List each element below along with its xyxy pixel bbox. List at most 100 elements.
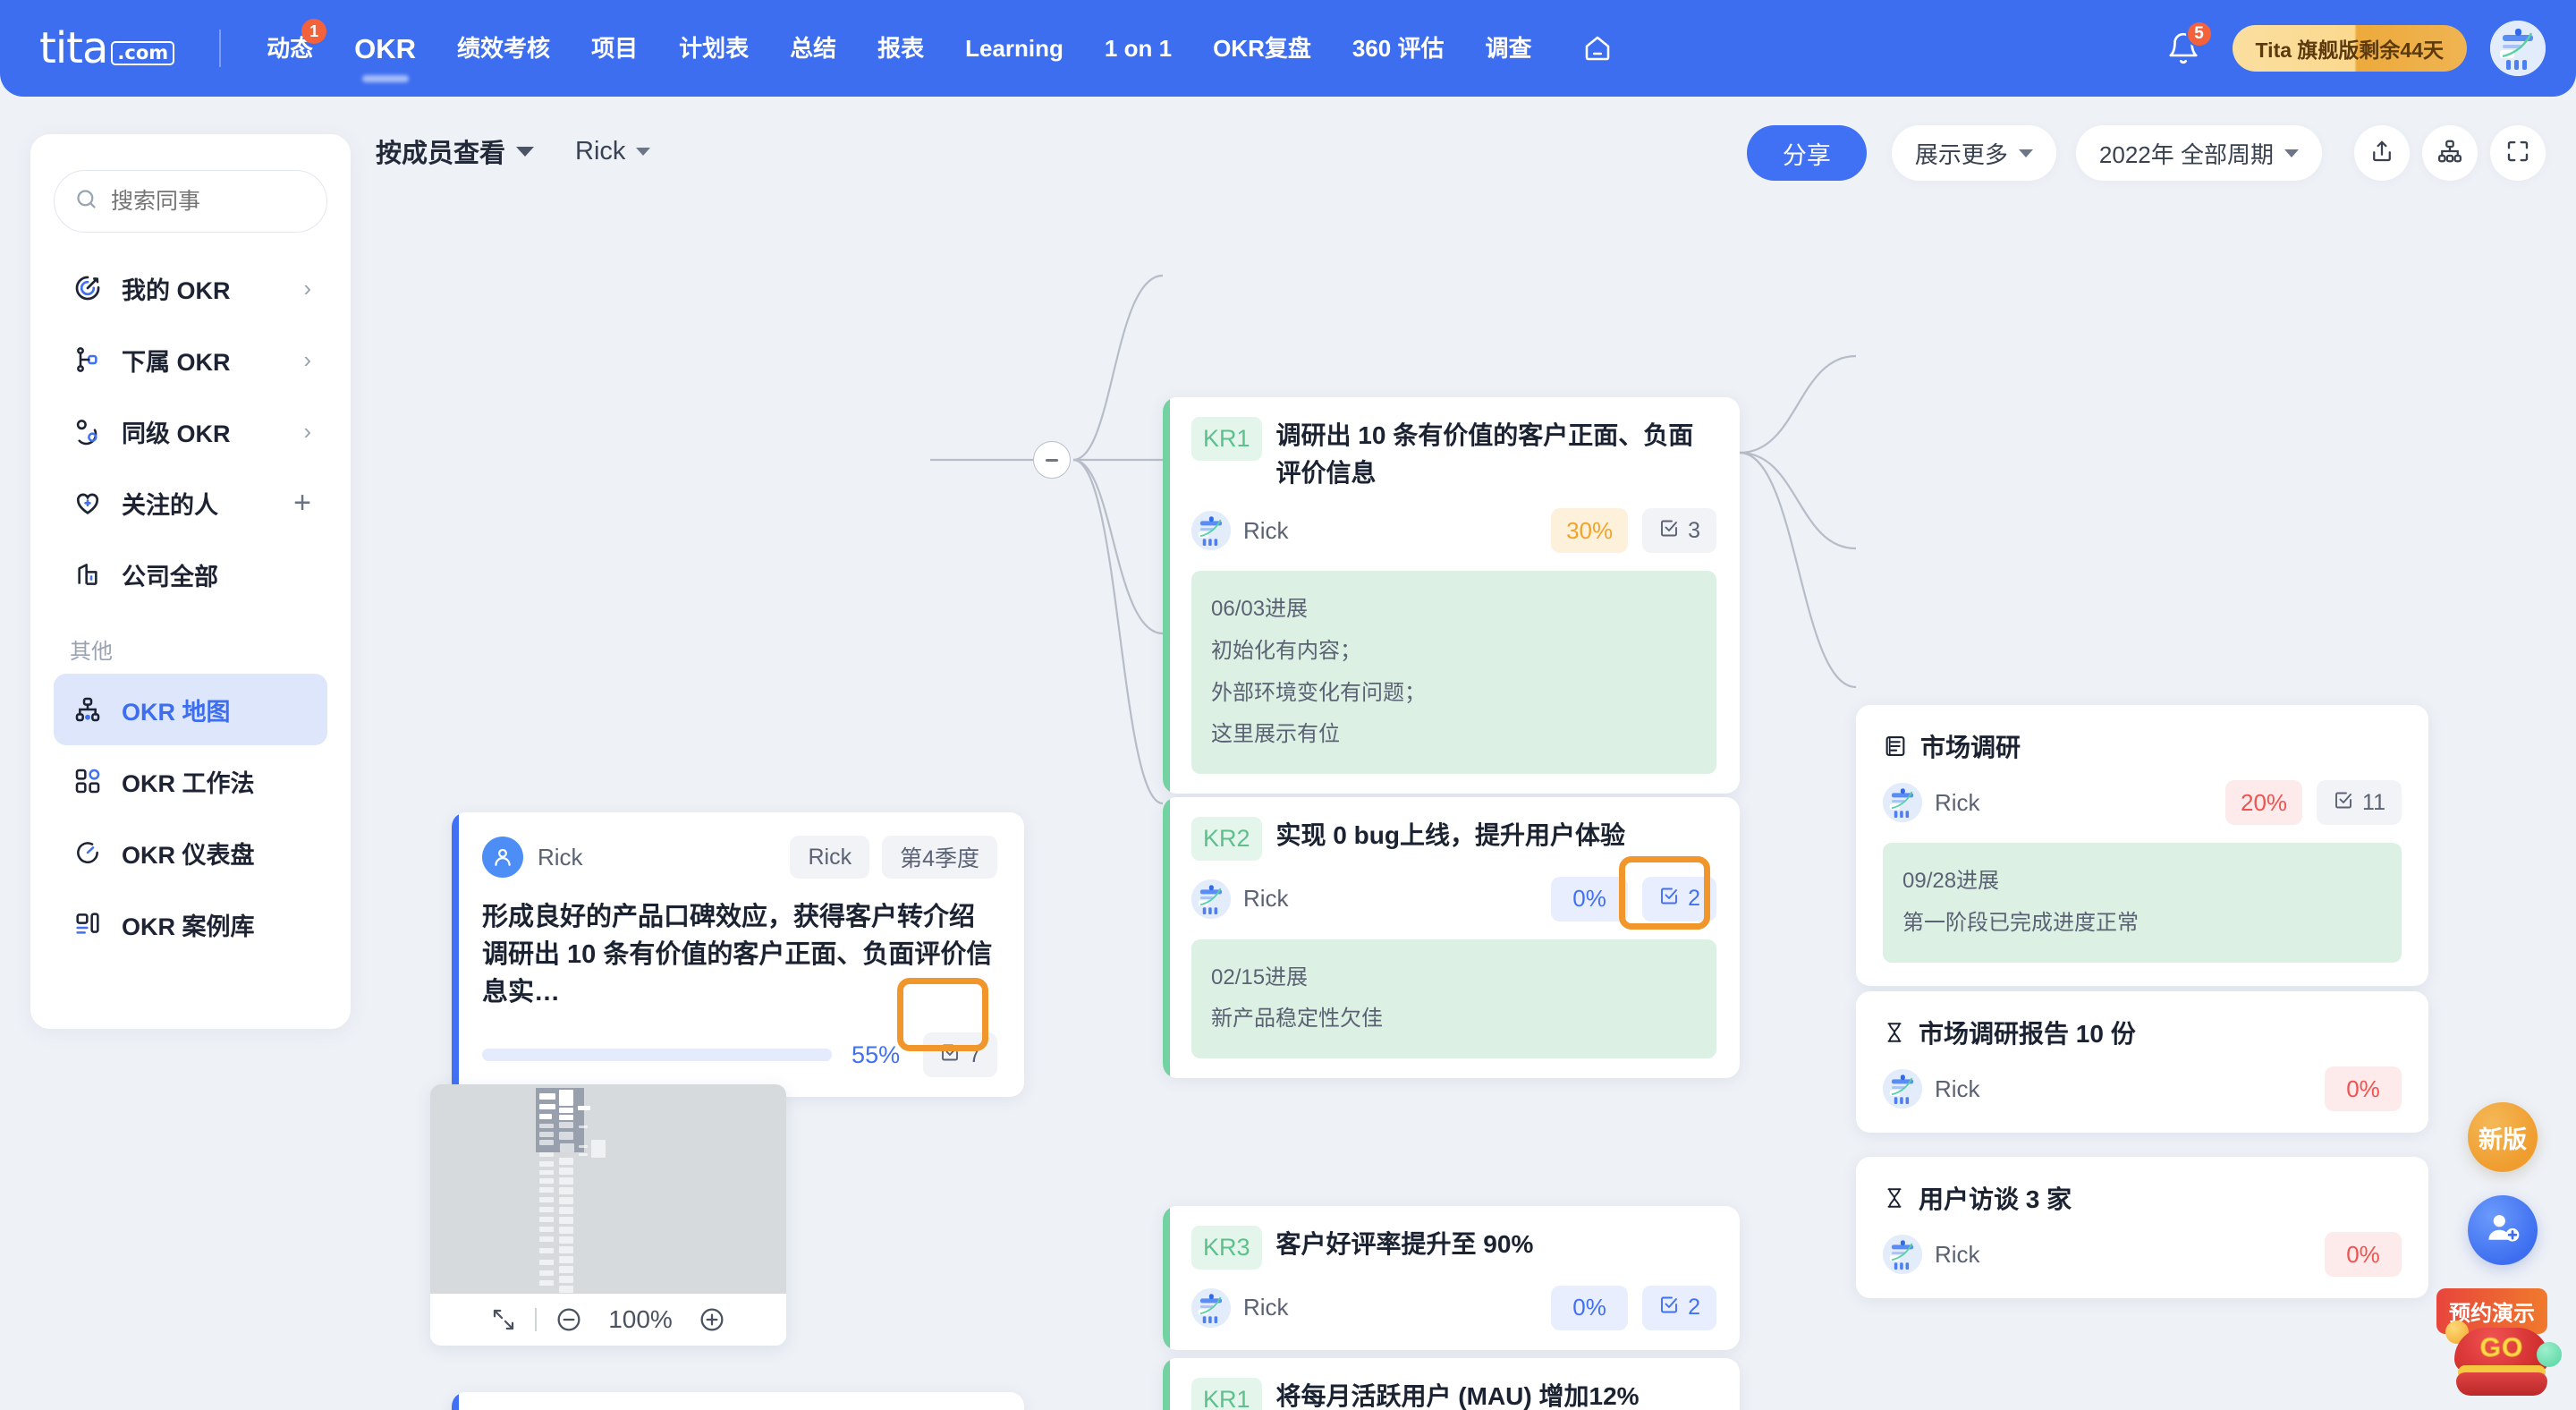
objective-card[interactable]: Rick Rick 第4季度 形成良好的产品口碑效应，获得客户转介绍调研出 10… — [452, 812, 1024, 1097]
nav-item-report[interactable]: 报表 — [857, 37, 945, 60]
chevron-right-icon[interactable]: › — [303, 276, 311, 300]
kr-task-chip[interactable]: 3 — [1642, 508, 1716, 553]
collapse-toggle-node[interactable] — [1033, 441, 1071, 479]
nav-item-performance[interactable]: 绩效考核 — [436, 37, 571, 60]
nav-item-label: 调查 — [1485, 35, 1531, 62]
project-1-title-row: 市场调研 — [1883, 728, 2402, 764]
okr-map-canvas[interactable]: Rick Rick 第4季度 形成良好的产品口碑效应，获得客户转介绍调研出 10… — [0, 97, 2576, 1410]
minimap-node — [539, 1236, 554, 1242]
fullscreen-button[interactable] — [2490, 125, 2546, 181]
org-tree-icon — [70, 342, 106, 378]
minimap-canvas[interactable] — [430, 1084, 786, 1294]
chevron-right-icon[interactable]: › — [303, 420, 311, 443]
nav-item-learning[interactable]: Learning — [945, 37, 1084, 60]
kr-task-chip[interactable]: 2 — [1642, 1286, 1716, 1330]
minimap-panel[interactable]: 100% — [430, 1084, 786, 1346]
objective-task-chip[interactable]: 7 — [923, 1032, 997, 1077]
sidebar-other-list: OKR 地图 OKR 工作法 OKR 仪表盘 — [54, 674, 327, 960]
objective-header: Rick Rick 第4季度 — [482, 836, 997, 879]
sidebar-item-okr-case-library[interactable]: OKR 案例库 — [54, 888, 327, 960]
minus-circle-icon[interactable] — [555, 1305, 583, 1334]
period-dropdown[interactable]: 2022年 全部周期 — [2076, 125, 2322, 181]
sidebar-main-list: 我的 OKR › 下属 OKR › 同级 OKR — [54, 252, 327, 610]
plus-icon[interactable]: + — [293, 488, 311, 518]
sidebar-item-peer-okr[interactable]: 同级 OKR › — [54, 395, 327, 467]
sidebar-item-my-okr[interactable]: 我的 OKR › — [54, 252, 327, 324]
minimap-node — [559, 1158, 573, 1165]
show-more-dropdown[interactable]: 展示更多 — [1892, 125, 2056, 181]
demo-booking-widget[interactable]: 预约演示 GO — [2449, 1288, 2556, 1405]
minimap-node — [559, 1246, 573, 1253]
minimap-node — [539, 1280, 554, 1286]
minimap-node — [539, 1132, 554, 1137]
share-button[interactable]: 分享 — [1747, 125, 1867, 181]
sidebar-item-company-all[interactable]: 公司全部 — [54, 539, 327, 610]
minimap-node — [559, 1256, 573, 1263]
kr-percent: 30% — [1551, 508, 1628, 553]
search-box[interactable] — [54, 170, 327, 233]
task-hourglass-icon — [1883, 1186, 1906, 1210]
kr-card-1[interactable]: KR1 调研出 10 条有价值的客户正面、负面评价信息 Rick 30% — [1163, 397, 1740, 794]
minimap-node — [539, 1227, 554, 1232]
view-mode-label: 按成员查看 — [376, 132, 505, 170]
nav-item-survey[interactable]: 调查 — [1464, 37, 1552, 60]
plus-circle-icon[interactable] — [698, 1305, 726, 1334]
kr-title: 将每月活跃用户 (MAU) 增加12% — [1276, 1378, 1640, 1410]
nav-item-okr[interactable]: OKR — [334, 35, 436, 63]
nav-item-plan[interactable]: 计划表 — [658, 37, 769, 60]
sidebar-item-okr-map[interactable]: OKR 地图 — [54, 674, 327, 745]
invite-user-button[interactable] — [2468, 1195, 2538, 1265]
task-card-1[interactable]: 市场调研报告 10 份 Rick 0% — [1856, 991, 2428, 1133]
home-icon[interactable] — [1573, 24, 1622, 72]
sidebar-item-label: OKR 案例库 — [122, 907, 255, 942]
new-version-button[interactable]: 新版 — [2468, 1102, 2538, 1172]
minimap-node — [579, 1153, 588, 1156]
demo-go-burger[interactable]: GO — [2454, 1328, 2549, 1394]
export-button[interactable] — [2354, 125, 2410, 181]
tree-layout-button[interactable] — [2422, 125, 2478, 181]
burger-bottom — [2456, 1372, 2547, 1396]
kr-3-meta: Rick 0% 2 — [1191, 1286, 1716, 1330]
project-card-1[interactable]: 市场调研 Rick 20% — [1856, 705, 2428, 986]
chevron-right-icon[interactable]: › — [303, 348, 311, 371]
view-mode-dropdown[interactable]: 按成员查看 — [376, 132, 534, 170]
owner-avatar — [1191, 511, 1231, 550]
nav-item-dongtai[interactable]: 动态 1 — [246, 37, 334, 60]
minimap-node — [559, 1108, 573, 1113]
vip-plan-badge[interactable]: Tita 旗舰版剩余44天 — [2233, 25, 2467, 72]
bell-icon[interactable]: 5 — [2159, 24, 2207, 72]
fit-screen-icon[interactable] — [490, 1306, 517, 1333]
nav-item-project[interactable]: 项目 — [571, 37, 658, 60]
minimap-node — [559, 1207, 573, 1214]
sidebar-item-subordinate-okr[interactable]: 下属 OKR › — [54, 324, 327, 395]
task-title: 市场调研报告 10 份 — [1919, 1015, 2136, 1050]
kr-task-count: 2 — [1688, 1295, 1700, 1321]
sidebar-item-followed-people[interactable]: 关注的人 + — [54, 467, 327, 539]
nav-item-summary[interactable]: 总结 — [769, 37, 857, 60]
kr-card-4[interactable]: KR1 将每月活跃用户 (MAU) 增加12% Rick 22% — [1163, 1358, 1740, 1410]
kr-percent: 0% — [1551, 1286, 1628, 1330]
kr-card-3[interactable]: KR3 客户好评率提升至 90% Rick 0% — [1163, 1206, 1740, 1350]
nav-item-1on1[interactable]: 1 on 1 — [1084, 37, 1192, 60]
member-dropdown[interactable]: Rick — [575, 137, 650, 166]
nav-item-360[interactable]: 360 评估 — [1332, 37, 1465, 60]
objective-card-2[interactable]: Rick Rick 第2季度 — [452, 1392, 1024, 1410]
kr-card-2[interactable]: KR2 实现 0 bug上线，提升用户体验 Rick 0% — [1163, 797, 1740, 1078]
minimap-node — [539, 1114, 552, 1119]
minimap-node — [559, 1266, 573, 1273]
search-input[interactable] — [111, 189, 307, 215]
note-line: 02/15进展 — [1211, 957, 1697, 999]
avatar[interactable] — [2490, 21, 2546, 76]
note-line: 这里展示有位 — [1211, 714, 1697, 756]
minimap-node — [539, 1178, 554, 1184]
nav-item-okr-review[interactable]: OKR复盘 — [1192, 37, 1332, 60]
project-task-chip[interactable]: 11 — [2317, 780, 2402, 825]
app-logo[interactable]: tita .com — [39, 23, 174, 73]
sidebar-item-okr-method[interactable]: OKR 工作法 — [54, 745, 327, 817]
nav-item-label: 计划表 — [679, 35, 749, 62]
sidebar-item-okr-dashboard[interactable]: OKR 仪表盘 — [54, 817, 327, 888]
kr-1-title-row: KR1 调研出 10 条有价值的客户正面、负面评价信息 — [1191, 417, 1716, 492]
minimap-node — [539, 1197, 554, 1202]
kr-task-chip[interactable]: 2 — [1642, 877, 1716, 922]
task-card-2[interactable]: 用户访谈 3 家 Rick 0% — [1856, 1157, 2428, 1298]
